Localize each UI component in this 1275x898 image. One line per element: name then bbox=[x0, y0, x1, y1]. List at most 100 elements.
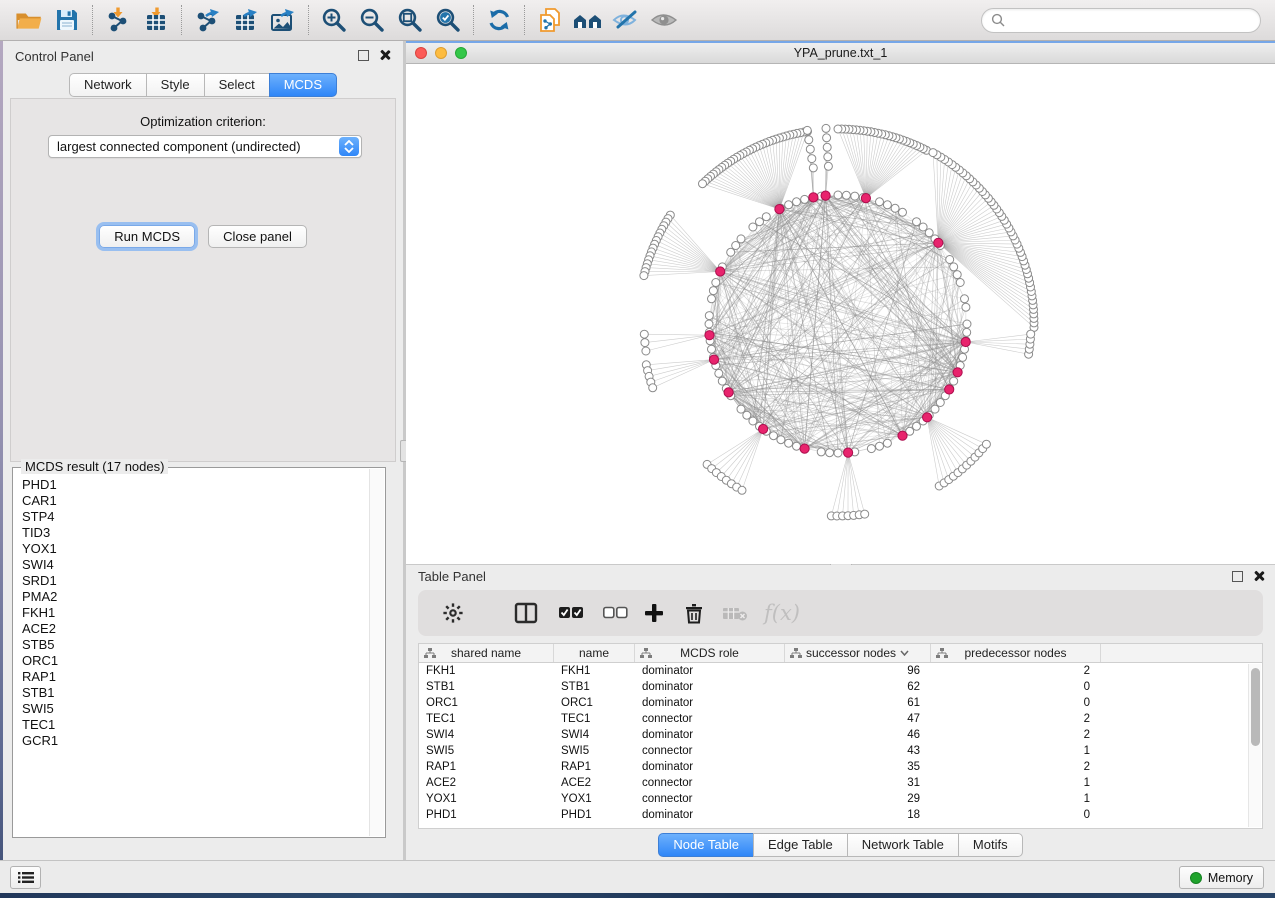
mcds-result-item[interactable]: ORC1 bbox=[22, 653, 369, 669]
network-node[interactable] bbox=[883, 439, 891, 447]
tab-node-table[interactable]: Node Table bbox=[658, 833, 753, 857]
network-node[interactable] bbox=[699, 180, 707, 188]
network-node[interactable] bbox=[708, 295, 716, 303]
network-node[interactable] bbox=[738, 486, 746, 494]
tab-network[interactable]: Network bbox=[69, 73, 146, 97]
result-scrollbar[interactable] bbox=[369, 469, 384, 836]
mcds-result-item[interactable]: YOX1 bbox=[22, 541, 369, 557]
export-network-button[interactable] bbox=[188, 3, 226, 37]
mcds-result-item[interactable]: STB5 bbox=[22, 637, 369, 653]
table-row[interactable]: SWI4SWI4dominator462 bbox=[419, 727, 1262, 743]
tab-mcds[interactable]: MCDS bbox=[269, 73, 337, 97]
mcds-result-item[interactable]: STB1 bbox=[22, 685, 369, 701]
table-row[interactable]: ORC1ORC1dominator610 bbox=[419, 695, 1262, 711]
mcds-hub-node[interactable] bbox=[759, 424, 768, 433]
float-table-panel-icon[interactable] bbox=[1232, 571, 1243, 582]
mcds-hub-node[interactable] bbox=[844, 448, 853, 457]
network-node[interactable] bbox=[950, 377, 958, 385]
network-node[interactable] bbox=[727, 248, 735, 256]
network-node[interactable] bbox=[834, 449, 842, 457]
zoom-selected-button[interactable] bbox=[429, 3, 467, 37]
network-node[interactable] bbox=[823, 143, 831, 151]
save-session-button[interactable] bbox=[48, 3, 86, 37]
mcds-hub-node[interactable] bbox=[898, 431, 907, 440]
split-panel-button[interactable] bbox=[514, 602, 538, 624]
mcds-result-item[interactable]: SWI4 bbox=[22, 557, 369, 573]
function-builder-button[interactable]: f(x) bbox=[764, 601, 800, 625]
network-node[interactable] bbox=[950, 263, 958, 271]
zoom-in-button[interactable] bbox=[315, 3, 353, 37]
open-file-button[interactable] bbox=[10, 3, 48, 37]
network-node[interactable] bbox=[785, 439, 793, 447]
network-node[interactable] bbox=[806, 145, 814, 153]
network-node[interactable] bbox=[793, 198, 801, 206]
zoom-fit-button[interactable] bbox=[391, 3, 429, 37]
table-row[interactable]: YOX1YOX1connector291 bbox=[419, 791, 1262, 807]
network-node[interactable] bbox=[641, 339, 649, 347]
network-node[interactable] bbox=[1027, 330, 1035, 338]
network-node[interactable] bbox=[640, 330, 648, 338]
mcds-result-item[interactable]: TID3 bbox=[22, 525, 369, 541]
network-node[interactable] bbox=[913, 422, 921, 430]
table-row[interactable]: ACE2ACE2connector311 bbox=[419, 775, 1262, 791]
mcds-hub-node[interactable] bbox=[821, 191, 830, 200]
mcds-hub-node[interactable] bbox=[945, 385, 954, 394]
table-settings-button[interactable] bbox=[442, 602, 464, 624]
network-node[interactable] bbox=[891, 204, 899, 212]
criterion-select[interactable]: largest connected component (undirected) bbox=[48, 135, 362, 158]
export-table-button[interactable] bbox=[226, 3, 264, 37]
select-all-button[interactable] bbox=[558, 605, 584, 621]
network-node[interactable] bbox=[883, 201, 891, 209]
clone-network-button[interactable] bbox=[531, 3, 569, 37]
table-row[interactable]: SWI5SWI5connector431 bbox=[419, 743, 1262, 759]
import-network-button[interactable] bbox=[99, 3, 137, 37]
column-header-shared-name[interactable]: shared name bbox=[419, 644, 554, 662]
network-node[interactable] bbox=[801, 195, 809, 203]
network-node[interactable] bbox=[737, 235, 745, 243]
close-table-panel-icon[interactable] bbox=[1253, 570, 1265, 582]
network-node[interactable] bbox=[899, 208, 907, 216]
first-neighbors-button[interactable] bbox=[569, 3, 607, 37]
network-node[interactable] bbox=[785, 201, 793, 209]
network-node[interactable] bbox=[936, 399, 944, 407]
network-node[interactable] bbox=[705, 312, 713, 320]
column-header-predecessor-nodes[interactable]: predecessor nodes bbox=[931, 644, 1101, 662]
network-node[interactable] bbox=[756, 218, 764, 226]
add-column-button[interactable] bbox=[644, 603, 664, 623]
mcds-hub-node[interactable] bbox=[800, 444, 809, 453]
deselect-all-button[interactable] bbox=[602, 605, 628, 621]
network-node[interactable] bbox=[963, 328, 971, 336]
network-node[interactable] bbox=[649, 384, 657, 392]
network-node[interactable] bbox=[808, 155, 816, 163]
show-all-button[interactable] bbox=[645, 3, 683, 37]
network-node[interactable] bbox=[826, 449, 834, 457]
network-node[interactable] bbox=[961, 295, 969, 303]
table-scrollbar-thumb[interactable] bbox=[1251, 668, 1260, 746]
network-node[interactable] bbox=[705, 320, 713, 328]
network-node[interactable] bbox=[931, 405, 939, 413]
network-node[interactable] bbox=[913, 218, 921, 226]
network-node[interactable] bbox=[805, 136, 813, 144]
mcds-result-item[interactable]: ACE2 bbox=[22, 621, 369, 637]
refresh-network-button[interactable] bbox=[480, 3, 518, 37]
table-row[interactable]: PHD1PHD1dominator180 bbox=[419, 807, 1262, 823]
network-node[interactable] bbox=[851, 192, 859, 200]
network-node[interactable] bbox=[762, 213, 770, 221]
network-node[interactable] bbox=[919, 223, 927, 231]
float-panel-icon[interactable] bbox=[358, 50, 369, 61]
network-node[interactable] bbox=[956, 279, 964, 287]
mcds-result-item[interactable]: RAP1 bbox=[22, 669, 369, 685]
run-mcds-button[interactable]: Run MCDS bbox=[99, 225, 195, 248]
delete-column-button[interactable] bbox=[684, 602, 704, 624]
tab-network-table[interactable]: Network Table bbox=[847, 833, 958, 857]
mcds-result-item[interactable]: STP4 bbox=[22, 509, 369, 525]
network-node[interactable] bbox=[803, 126, 811, 134]
network-node[interactable] bbox=[842, 191, 850, 199]
network-node[interactable] bbox=[749, 417, 757, 425]
network-node[interactable] bbox=[749, 223, 757, 231]
zoom-out-button[interactable] bbox=[353, 3, 391, 37]
column-header-name[interactable]: name bbox=[554, 644, 635, 662]
table-row[interactable]: FKH1FKH1dominator962 bbox=[419, 663, 1262, 679]
table-row[interactable]: STB1STB1dominator620 bbox=[419, 679, 1262, 695]
network-node[interactable] bbox=[834, 125, 842, 133]
